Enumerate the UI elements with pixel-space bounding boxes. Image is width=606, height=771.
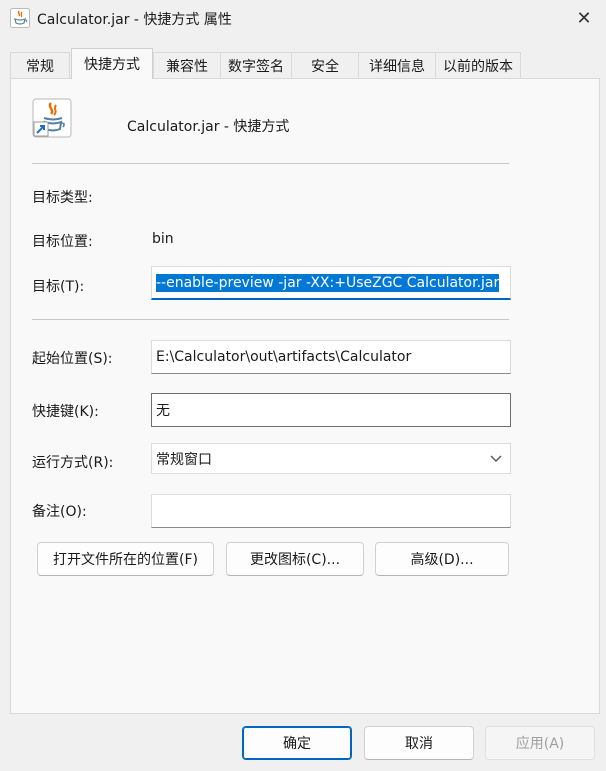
target-value: --enable-preview -jar -XX:+UseZGC Calcul… bbox=[156, 273, 500, 292]
java-icon bbox=[10, 8, 30, 28]
shortcut-name: Calculator.jar - 快捷方式 bbox=[127, 119, 290, 135]
comment-input[interactable] bbox=[151, 494, 511, 528]
hotkey-value: 无 bbox=[156, 403, 170, 419]
tab-security[interactable]: 安全 bbox=[291, 52, 359, 78]
tab-previous-versions[interactable]: 以前的版本 bbox=[435, 52, 521, 78]
start-in-label: 起始位置(S): bbox=[32, 351, 113, 367]
chevron-down-icon bbox=[490, 455, 502, 462]
tab-shortcut[interactable]: 快捷方式 bbox=[71, 48, 153, 79]
target-input[interactable]: --enable-preview -jar -XX:+UseZGC Calcul… bbox=[151, 266, 511, 300]
start-in-input[interactable]: E:\Calculator\out\artifacts\Calculator bbox=[151, 340, 511, 374]
target-label: 目标(T): bbox=[32, 279, 85, 295]
start-in-value: E:\Calculator\out\artifacts\Calculator bbox=[156, 349, 412, 365]
run-select[interactable]: 常规窗口 bbox=[151, 443, 511, 474]
close-icon: ✕ bbox=[576, 7, 592, 29]
change-icon-button[interactable]: 更改图标(C)... bbox=[226, 542, 364, 576]
target-location-value: bin bbox=[152, 231, 174, 247]
java-icon bbox=[32, 98, 72, 138]
tab-details[interactable]: 详细信息 bbox=[358, 52, 436, 78]
tab-general[interactable]: 常规 bbox=[10, 52, 70, 78]
hotkey-label: 快捷键(K): bbox=[32, 404, 99, 420]
tab-digital-signatures[interactable]: 数字签名 bbox=[220, 52, 292, 78]
apply-button[interactable]: 应用(A) bbox=[485, 726, 595, 760]
title-bar: Calculator.jar - 快捷方式 属性 ✕ bbox=[0, 0, 606, 36]
window-title: Calculator.jar - 快捷方式 属性 bbox=[37, 12, 232, 28]
cancel-button[interactable]: 取消 bbox=[364, 726, 474, 760]
advanced-button[interactable]: 高级(D)... bbox=[375, 542, 509, 576]
comment-label: 备注(O): bbox=[32, 504, 87, 520]
run-label: 运行方式(R): bbox=[32, 455, 114, 471]
target-location-label: 目标位置: bbox=[32, 234, 93, 250]
target-type-label: 目标类型: bbox=[32, 190, 93, 206]
ok-button[interactable]: 确定 bbox=[242, 726, 352, 760]
hotkey-input[interactable]: 无 bbox=[151, 393, 511, 427]
open-file-location-button[interactable]: 打开文件所在的位置(F) bbox=[37, 542, 214, 576]
separator bbox=[32, 319, 509, 320]
tab-strip: 常规 快捷方式 兼容性 数字签名 安全 详细信息 以前的版本 bbox=[10, 48, 600, 79]
run-value: 常规窗口 bbox=[156, 451, 212, 468]
close-button[interactable]: ✕ bbox=[562, 0, 606, 36]
tab-compatibility[interactable]: 兼容性 bbox=[153, 52, 221, 78]
separator bbox=[32, 163, 509, 164]
